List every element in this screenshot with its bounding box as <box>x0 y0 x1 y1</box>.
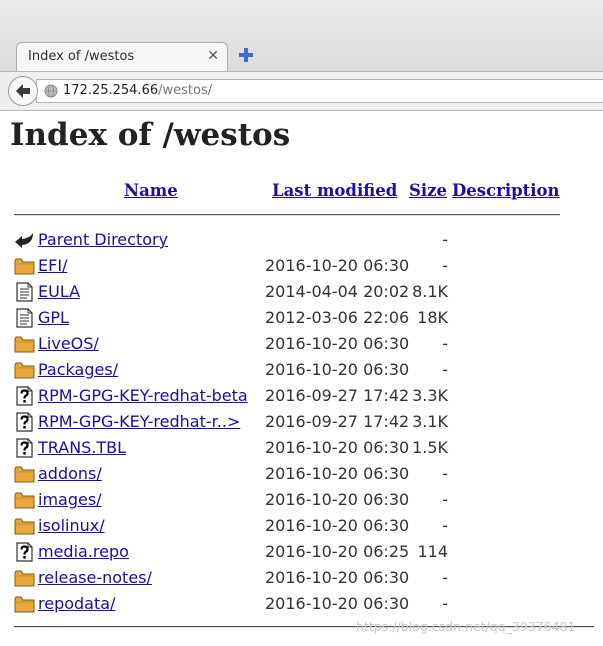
sort-by-name-link[interactable]: Name <box>124 181 178 200</box>
tab-title: Index of /westos <box>28 49 135 64</box>
sort-by-size-link[interactable]: Size <box>409 181 447 200</box>
file-row: EULA 2014-04-04 20:02 8.1K <box>0 279 603 305</box>
file-size: - <box>442 334 448 353</box>
file-link[interactable]: release-notes/ <box>38 568 152 587</box>
file-size: - <box>442 360 448 379</box>
file-row: Packages/2016-10-20 06:30 - <box>0 357 603 383</box>
file-link[interactable]: EFI/ <box>38 256 67 275</box>
folder-icon <box>14 334 35 354</box>
url-text: 172.25.254.66/westos/ <box>63 83 212 98</box>
file-row: GPL 2012-03-06 22:06 18K <box>0 305 603 331</box>
sort-by-description-link[interactable]: Description <box>452 181 560 200</box>
last-modified: 2016-10-20 06:30 <box>265 490 410 509</box>
sort-by-last-modified-link[interactable]: Last modified <box>272 181 397 200</box>
last-modified: 2016-10-20 06:30 <box>265 256 410 275</box>
navigation-bar: 172.25.254.66/westos/ <box>0 71 603 111</box>
file-row: release-notes/2016-10-20 06:30 - <box>0 565 603 591</box>
file-link[interactable]: repodata/ <box>38 594 115 613</box>
back-arrow-icon <box>16 84 30 98</box>
page-content: Index of /westos Name Last modified Size… <box>0 111 603 646</box>
file-size: - <box>442 490 448 509</box>
folder-icon <box>14 568 35 588</box>
file-link[interactable]: EULA <box>38 282 80 301</box>
file-row: images/2016-10-20 06:30 - <box>0 487 603 513</box>
back-arrow-icon <box>14 230 35 250</box>
text-file-icon <box>14 308 35 328</box>
file-row: LiveOS/2016-10-20 06:30 - <box>0 331 603 357</box>
file-size: 3.3K <box>412 386 448 405</box>
file-row: isolinux/2016-10-20 06:30 - <box>0 513 603 539</box>
file-link[interactable]: images/ <box>38 490 102 509</box>
text-file-icon <box>14 282 35 302</box>
file-size: 114 <box>417 542 448 561</box>
folder-icon <box>14 516 35 536</box>
file-link[interactable]: TRANS.TBL <box>38 438 126 457</box>
last-modified: 2014-04-04 20:02 <box>265 282 410 301</box>
unknown-file-icon <box>14 386 35 406</box>
url-path: /westos/ <box>158 83 213 98</box>
globe-icon <box>44 84 58 98</box>
file-link[interactable]: Parent Directory <box>38 230 168 249</box>
file-row: media.repo 2016-10-20 06:25 114 <box>0 539 603 565</box>
folder-icon <box>14 256 35 276</box>
file-listing: Parent Directory - EFI/2016-10-20 06:30 - EU… <box>0 227 603 617</box>
folder-icon <box>14 490 35 510</box>
file-link[interactable]: Packages/ <box>38 360 118 379</box>
url-bar[interactable]: 172.25.254.66/westos/ <box>36 79 603 103</box>
file-link[interactable]: GPL <box>38 308 69 327</box>
new-tab-plus-icon[interactable] <box>238 47 254 63</box>
last-modified: 2012-03-06 22:06 <box>265 308 410 327</box>
last-modified: 2016-10-20 06:30 <box>265 360 410 379</box>
page-title: Index of /westos <box>10 117 291 153</box>
close-tab-icon[interactable]: ✕ <box>207 48 219 64</box>
tab-bar: Index of /westos ✕ <box>0 0 603 72</box>
file-size: - <box>442 464 448 483</box>
file-row: Parent Directory - <box>0 227 603 253</box>
file-size: 8.1K <box>412 282 448 301</box>
last-modified: 2016-10-20 06:30 <box>265 594 410 613</box>
last-modified: 2016-10-20 06:30 <box>265 464 410 483</box>
file-size: 3.1K <box>412 412 448 431</box>
file-size: - <box>442 568 448 587</box>
watermark: https://blog.csdn.net/qq_39376481 <box>356 619 576 634</box>
file-row: TRANS.TBL 2016-10-20 06:30 1.5K <box>0 435 603 461</box>
file-link[interactable]: RPM-GPG-KEY-redhat-beta <box>38 386 248 405</box>
file-size: 1.5K <box>412 438 448 457</box>
unknown-file-icon <box>14 412 35 432</box>
browser-tab[interactable]: Index of /westos ✕ <box>16 42 228 72</box>
unknown-file-icon <box>14 438 35 458</box>
file-row: RPM-GPG-KEY-redhat-r..> 2016-09-27 17:42 3… <box>0 409 603 435</box>
file-row: repodata/2016-10-20 06:30 - <box>0 591 603 617</box>
last-modified: 2016-10-20 06:30 <box>265 438 410 457</box>
url-host: 172.25.254.66 <box>63 83 159 98</box>
last-modified: 2016-10-20 06:30 <box>265 334 410 353</box>
file-size: - <box>442 230 448 249</box>
folder-icon <box>14 360 35 380</box>
folder-icon <box>14 464 35 484</box>
last-modified: 2016-10-20 06:30 <box>265 516 410 535</box>
file-size: - <box>442 256 448 275</box>
folder-icon <box>14 594 35 614</box>
file-row: RPM-GPG-KEY-redhat-beta 2016-09-27 17:42 3… <box>0 383 603 409</box>
file-size: - <box>442 594 448 613</box>
back-button[interactable] <box>8 76 38 106</box>
file-link[interactable]: isolinux/ <box>38 516 105 535</box>
last-modified: 2016-09-27 17:42 <box>265 386 410 405</box>
header-divider <box>14 214 560 216</box>
file-row: addons/2016-10-20 06:30 - <box>0 461 603 487</box>
last-modified: 2016-10-20 06:30 <box>265 568 410 587</box>
last-modified: 2016-09-27 17:42 <box>265 412 410 431</box>
last-modified: 2016-10-20 06:25 <box>265 542 410 561</box>
file-size: 18K <box>417 308 448 327</box>
file-link[interactable]: LiveOS/ <box>38 334 99 353</box>
file-link[interactable]: addons/ <box>38 464 102 483</box>
file-link[interactable]: RPM-GPG-KEY-redhat-r..> <box>38 412 240 431</box>
file-row: EFI/2016-10-20 06:30 - <box>0 253 603 279</box>
unknown-file-icon <box>14 542 35 562</box>
file-link[interactable]: media.repo <box>38 542 129 561</box>
file-size: - <box>442 516 448 535</box>
